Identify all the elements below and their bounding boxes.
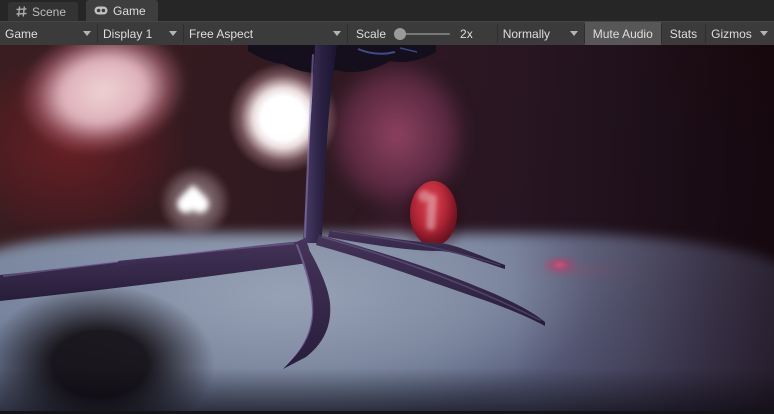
tab-scene[interactable]: Scene [8,2,78,21]
maximize-on-play-dropdown[interactable]: Normally [498,22,584,45]
stats-button[interactable]: Stats [662,22,705,45]
maximize-on-play-value: Normally [503,27,550,41]
display-target-dropdown[interactable]: Game [0,22,97,45]
chevron-down-icon [570,31,578,36]
gizmos-label: Gizmos [711,27,752,41]
bottom-vignette [0,368,774,414]
chevron-down-icon [333,31,341,36]
chevron-down-icon [169,31,177,36]
game-viewport[interactable] [0,45,774,414]
gamepad-icon [94,6,108,15]
chevron-down-icon [760,31,768,36]
tab-label: Scene [32,5,66,19]
display-value: Display 1 [103,27,152,41]
scale-value: 2x [454,22,483,45]
tab-label: Game [113,4,146,18]
tab-bar: Scene Game [0,0,774,21]
mute-audio-button[interactable]: Mute Audio [585,22,661,45]
unity-game-view-window: Scene Game Game Display 1 Free Aspect [0,0,774,414]
scale-slider-track [402,33,450,35]
game-view-toolbar: Game Display 1 Free Aspect Scale 2x Norm… [0,21,774,45]
aspect-ratio-dropdown[interactable]: Free Aspect [184,22,347,45]
tab-game[interactable]: Game [86,0,158,21]
scale-label: Scale [348,22,392,45]
display-target-value: Game [5,27,38,41]
display-dropdown[interactable]: Display 1 [98,22,183,45]
scale-slider-thumb[interactable] [394,28,406,40]
scale-slider[interactable] [392,22,454,45]
gizmos-dropdown[interactable]: Gizmos [706,22,774,45]
scene-grid-icon [16,6,27,17]
toolbar-spacer [483,22,497,45]
right-wall-shadow [514,45,774,414]
chevron-down-icon [83,31,91,36]
aspect-ratio-value: Free Aspect [189,27,253,41]
